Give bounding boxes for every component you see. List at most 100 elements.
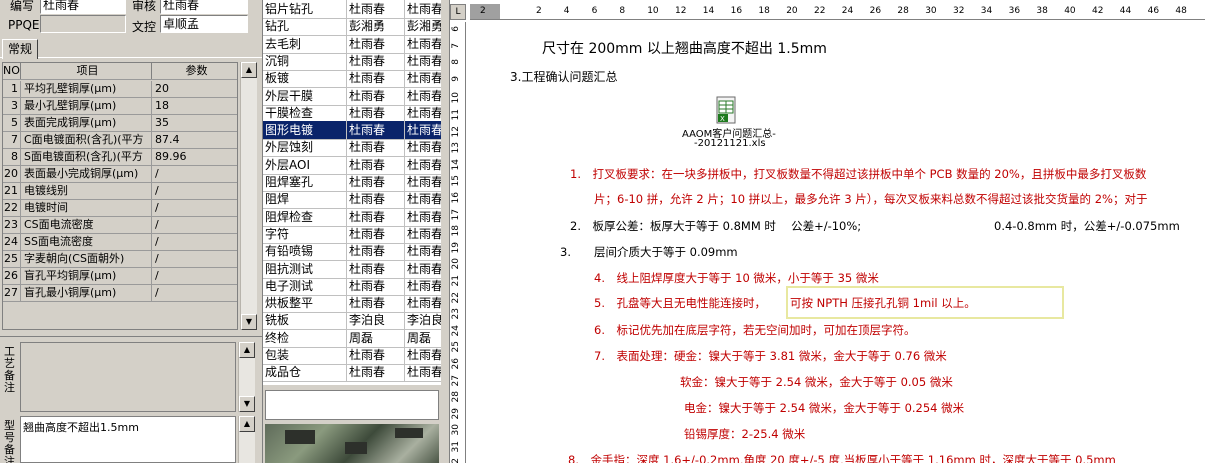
list-item[interactable]: 外层AOI 杜雨春 杜雨春 [263, 155, 441, 175]
excel-file-icon[interactable]: X [716, 96, 736, 124]
ruler-number: 40 [1064, 6, 1076, 16]
process-search-input[interactable] [265, 390, 439, 420]
list-item[interactable]: 图形电镀 杜雨春 杜雨春 [263, 121, 441, 141]
table-cell: 盲孔平均铜厚(μm) [22, 268, 152, 284]
table-cell: / [155, 167, 159, 180]
table-row[interactable]: 25 字麦朝向(CS面朝外) / [3, 251, 237, 268]
ruler-number: 42 [1092, 6, 1104, 16]
tab-stop-selector[interactable]: L [450, 4, 466, 20]
table-cell: 电镀线别 [22, 183, 152, 199]
list-cell: 有铅喷锡 [263, 242, 347, 261]
list-cell: 杜雨春 [347, 242, 405, 261]
list-item[interactable]: 有铅喷锡 杜雨春 杜雨春 [263, 242, 441, 262]
scroll-down-icon[interactable]: ▼ [239, 396, 255, 412]
splitter[interactable] [442, 0, 450, 463]
ruler-number: 24 [841, 6, 854, 16]
list-item[interactable]: 阻焊检查 杜雨春 杜雨春 [263, 207, 441, 227]
list-item[interactable]: 字符 杜雨春 杜雨春 [263, 224, 441, 244]
doc-item-2b: 0.4-0.8mm 时，公差+/-0.075mm [994, 219, 1180, 233]
list-item[interactable]: 阻抗测试 杜雨春 杜雨春 [263, 259, 441, 279]
list-cell: 杜雨春 [347, 0, 405, 18]
list-cell: 阻焊 [263, 190, 347, 209]
table-row[interactable]: 26 盲孔平均铜厚(μm) / [3, 268, 237, 285]
table-cell: 21 [3, 183, 21, 199]
table-cell: C面电镀面积(含孔)(平方 [22, 132, 152, 148]
svg-text:X: X [720, 115, 725, 123]
craft-note-scrollbar[interactable]: ▲ ▼ [238, 342, 255, 412]
tab-general[interactable]: 常规 [2, 39, 38, 59]
list-item[interactable]: 电子测试 杜雨春 杜雨春 [263, 276, 441, 296]
list-item[interactable]: 终检 周磊 周磊 [263, 328, 441, 348]
list-item[interactable]: 阻焊塞孔 杜雨春 杜雨春 [263, 173, 441, 192]
ruler-number: 17 [451, 208, 461, 221]
author-field[interactable]: 杜雨春 [40, 0, 126, 14]
ppqe-field[interactable] [40, 15, 126, 33]
list-cell: 钻孔 [263, 17, 347, 36]
document-page[interactable]: 尺寸在 200mm 以上翘曲高度不超出 1.5mm 3.工程确认问题汇总 X A… [468, 22, 1205, 463]
model-note-scrollbar[interactable]: ▲ [238, 416, 255, 463]
grid-scrollbar[interactable]: ▲ ▼ [240, 62, 257, 330]
list-item[interactable]: 包装 杜雨春 杜雨春 [263, 346, 441, 365]
table-row[interactable]: 27 盲孔最小铜厚(μm) / [3, 285, 237, 302]
table-cell: 18 [155, 99, 169, 112]
table-cell: 1 [3, 81, 21, 97]
list-item[interactable]: 铝片钻孔 杜雨春 杜雨春 [263, 0, 441, 19]
list-cell: 杜雨春 [407, 36, 441, 51]
list-cell: 杜雨春 [347, 173, 405, 191]
doc-control-field[interactable]: 卓顺孟 [160, 15, 248, 33]
scroll-up-icon[interactable]: ▲ [241, 62, 257, 78]
list-item[interactable]: 去毛刺 杜雨春 杜雨春 [263, 34, 441, 54]
table-cell: 字麦朝向(CS面朝外) [22, 251, 152, 267]
table-row[interactable]: 22 电镀时间 / [3, 200, 237, 217]
ruler-number: 16 [730, 6, 743, 16]
ppqe-label: PPQE [8, 18, 40, 32]
parameter-grid: NO 项目 参数 1 平均孔壁铜厚(μm) 20 3 最小孔壁铜厚(μm) 18 5 表面完成铜厚(… [2, 62, 238, 330]
craft-note-field[interactable] [20, 342, 236, 412]
doc-item-1a: 1. 打叉板要求：在一块多拼板中，打叉板数量不得超过该拼板中单个 PCB 数量的… [570, 167, 1147, 181]
ruler-number: 30 [925, 6, 937, 16]
table-row[interactable]: 20 表面最小完成铜厚(μm) / [3, 166, 237, 183]
list-cell: 彭湘勇 [347, 17, 405, 36]
review-label: 审核 [132, 0, 157, 13]
table-row[interactable]: 21 电镀线别 / [3, 183, 237, 200]
list-item[interactable]: 外层蚀刻 杜雨春 杜雨春 [263, 138, 441, 158]
table-row[interactable]: 5 表面完成铜厚(μm) 35 [3, 115, 237, 132]
table-cell: 23 [3, 217, 21, 233]
review-field[interactable]: 杜雨春 [160, 0, 248, 14]
scroll-up-icon[interactable]: ▲ [239, 416, 255, 432]
list-item[interactable]: 烘板整平 杜雨春 杜雨春 [263, 294, 441, 314]
ruler-number: 18 [758, 6, 770, 16]
horizontal-ruler: 2 2 4 6 8 10 12 14 16 18 20 22 24 26 28 30 32 34 36 38 40 42 4… [470, 4, 1205, 20]
table-row[interactable]: 3 最小孔壁铜厚(μm) 18 [3, 98, 237, 115]
tab-bar: 常规 [0, 38, 262, 59]
list-item[interactable]: 阻焊 杜雨春 杜雨春 [263, 190, 441, 210]
list-cell: 杜雨春 [347, 363, 405, 382]
list-item[interactable]: 钻孔 彭湘勇 彭湘勇 [263, 17, 441, 37]
table-row[interactable]: 8 S面电镀面积(含孔)(平方 89.96 [3, 149, 237, 166]
table-row[interactable]: 7 C面电镀面积(含孔)(平方 87.4 [3, 132, 237, 149]
ruler-number: 8 [451, 59, 461, 65]
ruler-number: 22 [814, 6, 826, 16]
scroll-up-icon[interactable]: ▲ [239, 342, 255, 358]
doc-item-7d: 铅锡厚度：2-25.4 微米 [684, 427, 806, 441]
list-cell: 铝片钻孔 [263, 0, 347, 18]
column-header[interactable]: NO [3, 63, 21, 79]
doc-item-4: 4. 线上阻焊厚度大于等于 10 微米，小于等于 35 微米 [594, 271, 879, 285]
table-cell: 平均孔壁铜厚(μm) [22, 81, 152, 97]
scroll-down-icon[interactable]: ▼ [241, 314, 257, 330]
list-item[interactable]: 干膜检查 杜雨春 杜雨春 [263, 103, 441, 123]
ruler-number: 2 [480, 6, 486, 16]
list-item[interactable]: 外层干膜 杜雨春 杜雨春 [263, 86, 441, 106]
list-cell: 杜雨春 [407, 348, 441, 362]
table-row[interactable]: 1 平均孔壁铜厚(μm) 20 [3, 81, 237, 98]
table-row[interactable]: 23 CS面电流密度 / [3, 217, 237, 234]
list-item[interactable]: 板镀 杜雨春 杜雨春 [263, 69, 441, 89]
table-row[interactable]: 24 SS面电流密度 / [3, 234, 237, 251]
list-item[interactable]: 沉铜 杜雨春 杜雨春 [263, 51, 441, 71]
list-item[interactable]: 成品仓 杜雨春 杜雨春 [263, 363, 441, 383]
column-header[interactable]: 项目 [22, 63, 152, 79]
doc-item-6: 6. 标记优先加在底层字符，若无空间加时，可加在顶层字符。 [594, 323, 916, 337]
model-note-field[interactable]: 翘曲高度不超出1.5mm [20, 416, 236, 463]
column-header[interactable]: 参数 [153, 63, 237, 79]
list-item[interactable]: 铣板 李泊良 李泊良 [263, 311, 441, 331]
